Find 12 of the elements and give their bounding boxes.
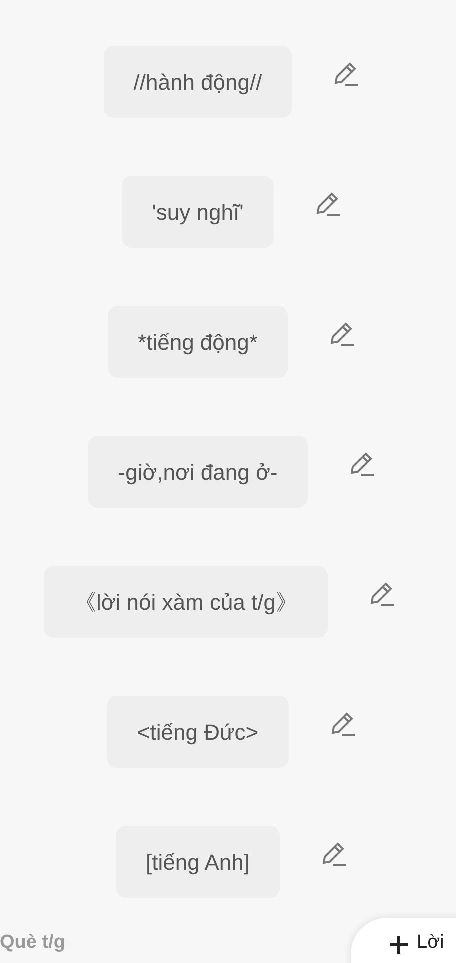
footer-label: Què t/g — [0, 932, 66, 954]
format-chip[interactable]: 'suy nghĩ' — [122, 176, 274, 248]
format-chip[interactable]: //hành động// — [104, 46, 292, 118]
format-chip[interactable]: [tiếng Anh] — [116, 826, 280, 898]
add-button[interactable]: Lời — [351, 918, 456, 963]
format-chip[interactable]: 《lời nói xàm của t/g》 — [44, 566, 328, 638]
edit-icon[interactable] — [332, 61, 360, 89]
edit-icon[interactable] — [368, 581, 396, 609]
plus-icon — [389, 935, 409, 955]
format-chip[interactable]: <tiếng Đức> — [107, 696, 289, 768]
format-chip[interactable]: *tiếng động* — [108, 306, 288, 378]
format-chip[interactable]: -giờ,nơi đang ở- — [88, 436, 308, 508]
